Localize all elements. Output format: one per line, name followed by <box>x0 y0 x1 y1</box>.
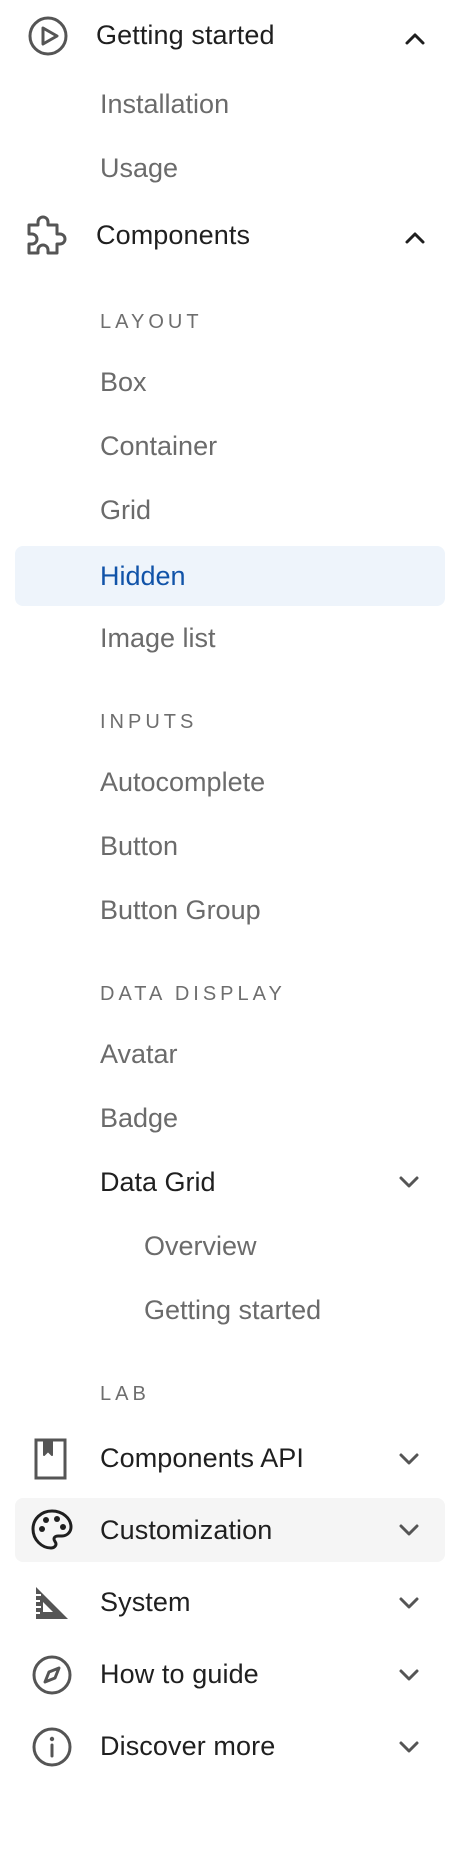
nav-subitem-label: Image list <box>100 623 216 653</box>
chevron-down-icon[interactable] <box>395 1589 423 1617</box>
info-icon <box>32 1727 72 1767</box>
nav-item-label: Customization <box>100 1515 273 1545</box>
nav-subitem-box[interactable]: Box <box>0 358 460 406</box>
nav-item-components-api[interactable]: Components API <box>0 1430 460 1488</box>
nav-item-label: System <box>100 1587 191 1617</box>
chevron-up-icon[interactable] <box>401 25 429 53</box>
nav-item-label: Components <box>96 220 251 250</box>
chevron-down-icon[interactable] <box>395 1168 423 1196</box>
nav-item-label: Components API <box>100 1443 305 1473</box>
nav-subitem-label: Button Group <box>100 895 261 925</box>
compass-icon <box>32 1655 72 1695</box>
nav-subitem-button-group[interactable]: Button Group <box>0 886 460 934</box>
side-navigation: Getting started Installation Usage Compo… <box>0 0 460 1856</box>
nav-subitem-label: Avatar <box>100 1039 178 1069</box>
nav-subitem-usage[interactable]: Usage <box>0 144 460 192</box>
section-header-data-display: DATA DISPLAY <box>0 978 460 1008</box>
nav-subitem-label: Data Grid <box>100 1167 216 1197</box>
nav-item-components[interactable]: Components <box>0 208 460 264</box>
puzzle-icon <box>27 215 67 255</box>
chevron-down-icon[interactable] <box>395 1661 423 1689</box>
nav-subitem-data-grid-overview[interactable]: Overview <box>0 1222 460 1270</box>
nav-subitem-label: Usage <box>100 153 179 183</box>
nav-subitem-label: Overview <box>144 1231 257 1261</box>
nav-item-label: Discover more <box>100 1731 276 1761</box>
nav-subitem-label: Badge <box>100 1103 179 1133</box>
chevron-up-icon[interactable] <box>401 224 429 252</box>
play-circle-icon <box>28 16 68 56</box>
nav-subitem-image-list[interactable]: Image list <box>0 614 460 662</box>
section-header-inputs: INPUTS <box>0 706 460 736</box>
chevron-down-icon[interactable] <box>395 1445 423 1473</box>
nav-subitem-label: Getting started <box>144 1295 322 1325</box>
section-label: LAYOUT <box>100 311 203 333</box>
section-label: LAB <box>100 1383 150 1405</box>
nav-subitem-data-grid-getting-started[interactable]: Getting started <box>0 1286 460 1334</box>
nav-subitem-label: Grid <box>100 495 152 525</box>
set-square-ruler-icon <box>36 1587 68 1619</box>
nav-subitem-label: Container <box>100 431 218 461</box>
nav-subitem-hidden-active[interactable]: Hidden <box>0 546 460 606</box>
nav-subitem-label: Installation <box>100 89 230 119</box>
nav-subitem-label: Hidden <box>100 561 186 591</box>
bookmark-book-icon <box>34 1438 67 1480</box>
section-label: DATA DISPLAY <box>100 983 286 1005</box>
nav-subitem-badge[interactable]: Badge <box>0 1094 460 1142</box>
nav-item-getting-started[interactable]: Getting started <box>0 8 460 64</box>
nav-subitem-label: Box <box>100 367 147 397</box>
nav-subitem-data-grid[interactable]: Data Grid <box>0 1158 460 1206</box>
active-item-highlight <box>15 546 445 606</box>
nav-subitem-label: Autocomplete <box>100 767 266 797</box>
section-label: INPUTS <box>100 711 198 733</box>
nav-item-how-to-guide[interactable]: How to guide <box>0 1646 460 1704</box>
nav-subitem-avatar[interactable]: Avatar <box>0 1030 460 1078</box>
nav-item-customization[interactable]: Customization <box>0 1498 460 1562</box>
nav-item-label: How to guide <box>100 1659 259 1689</box>
nav-subitem-label: Button <box>100 831 179 861</box>
nav-subitem-container[interactable]: Container <box>0 422 460 470</box>
palette-icon <box>31 1509 73 1550</box>
nav-subitem-grid[interactable]: Grid <box>0 486 460 534</box>
section-header-layout: LAYOUT <box>0 306 460 336</box>
nav-subitem-autocomplete[interactable]: Autocomplete <box>0 758 460 806</box>
nav-subitem-installation[interactable]: Installation <box>0 80 460 128</box>
chevron-down-icon[interactable] <box>395 1733 423 1761</box>
nav-item-label: Getting started <box>96 20 275 50</box>
chevron-down-icon[interactable] <box>395 1516 423 1544</box>
nav-item-discover-more[interactable]: Discover more <box>0 1718 460 1776</box>
nav-subitem-button[interactable]: Button <box>0 822 460 870</box>
nav-item-system[interactable]: System <box>0 1574 460 1632</box>
section-header-lab: LAB <box>0 1378 460 1408</box>
